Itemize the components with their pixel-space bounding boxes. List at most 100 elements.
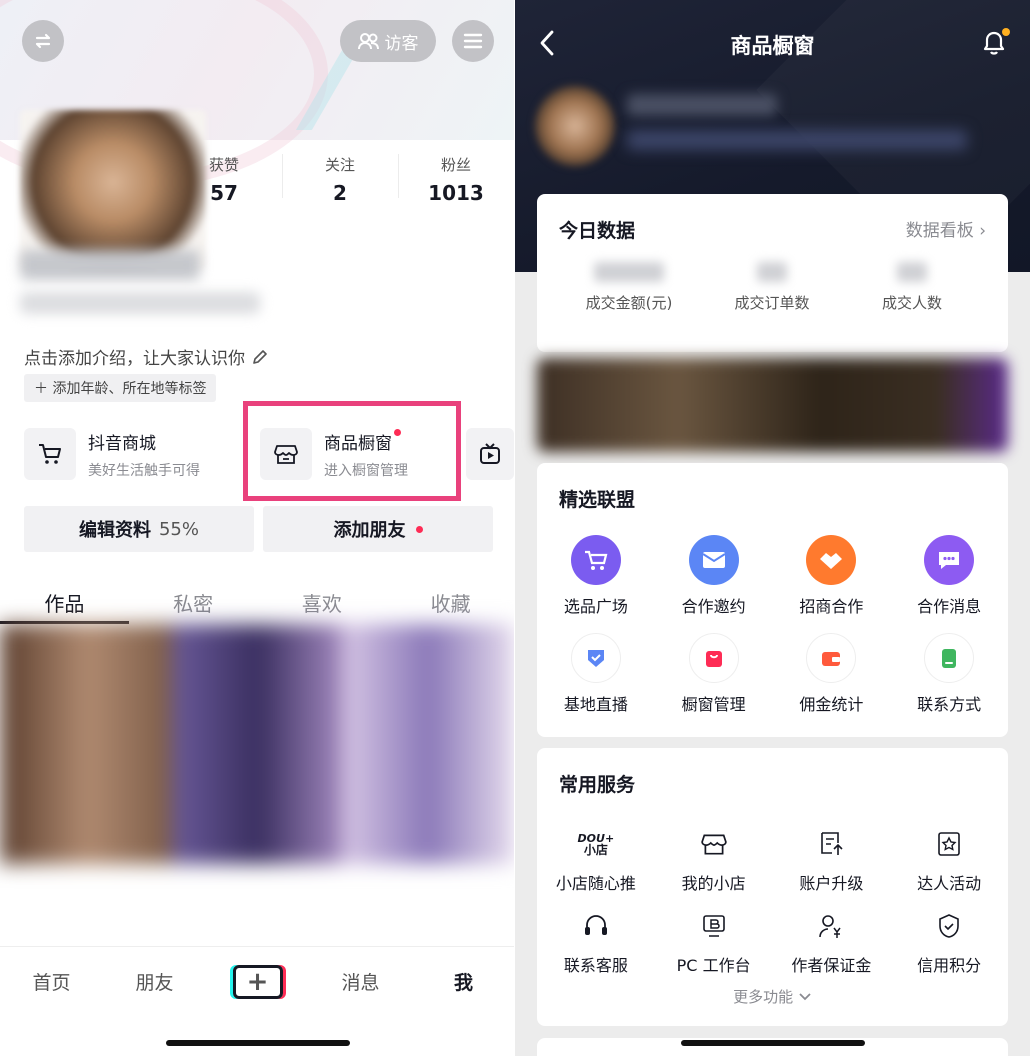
alliance-row-2: 基地直播 橱窗管理 佣金统计 联系方式	[537, 633, 1008, 715]
add-tags-button[interactable]: ＋ 添加年龄、所在地等标签	[24, 374, 217, 402]
stat-label: 成交金额(元)	[585, 294, 673, 312]
stat-followers[interactable]: 粉丝 1013	[398, 150, 514, 210]
switch-account-icon[interactable]	[22, 20, 64, 62]
home-indicator	[166, 1040, 350, 1046]
profile-tabs: 作品 私密 喜欢 收藏	[0, 576, 515, 624]
item-label: 佣金统计	[799, 695, 864, 714]
alliance-item-showcase-manage[interactable]: 橱窗管理	[655, 633, 773, 715]
services-row-1: DOU+ 小店 小店随心推 我的小店 账户升级 达人活动	[537, 826, 1008, 894]
nav-home[interactable]: 首页	[0, 968, 103, 995]
avatar	[535, 86, 615, 166]
tab-favorites[interactable]: 收藏	[386, 576, 515, 624]
tab-works[interactable]: 作品	[0, 576, 129, 624]
service-item-creator-activity[interactable]: 达人活动	[890, 826, 1008, 894]
nav-messages[interactable]: 消息	[309, 968, 412, 995]
edit-profile-button[interactable]: 编辑资料 55%	[24, 506, 254, 552]
data-dashboard-link[interactable]: 数据看板 ›	[906, 216, 986, 241]
service-item-creator-deposit[interactable]: 作者保证金	[773, 908, 891, 976]
plus-icon: +	[232, 964, 283, 999]
stat-buyers[interactable]: 成交人数	[842, 256, 982, 313]
account-info-blurred	[627, 130, 967, 150]
menu-icon[interactable]	[452, 20, 494, 62]
video-thumbnail[interactable]	[342, 624, 515, 864]
item-label: 联系方式	[917, 695, 982, 714]
item-label: 橱窗管理	[681, 695, 746, 714]
stat-value: 2	[333, 181, 347, 205]
stat-orders[interactable]: 成交订单数	[702, 256, 842, 313]
chevron-down-icon	[799, 993, 811, 1001]
profile-stats: 获赞 57 关注 2 粉丝 1013	[166, 150, 514, 210]
page-title: 商品橱窗	[730, 34, 815, 58]
item-label: 达人活动	[917, 874, 982, 893]
alliance-item-commission-stats[interactable]: 佣金统计	[773, 633, 891, 715]
username-blurred	[627, 94, 777, 116]
stat-label: 成交人数	[881, 294, 942, 312]
promo-banner-blurred[interactable]	[537, 358, 1008, 452]
stat-gmv[interactable]: 成交金额(元)	[559, 256, 699, 313]
alliance-card: 精选联盟 选品广场 合作邀约 招商合作 合作消息 基地直播 橱窗管理 佣金统计 …	[537, 463, 1008, 737]
nav-create[interactable]: +	[206, 964, 309, 999]
item-label: 合作邀约	[681, 597, 746, 616]
service-item-pc-workbench[interactable]: PC 工作台	[655, 908, 773, 976]
shopping-cart-icon	[570, 535, 621, 585]
envelope-icon	[688, 535, 739, 585]
more-functions-button[interactable]: 更多功能	[537, 986, 1008, 1007]
services-row-2: 联系客服 PC 工作台 作者保证金 信用积分	[537, 908, 1008, 976]
headset-icon	[571, 908, 621, 944]
nav-friends[interactable]: 朋友	[103, 968, 206, 995]
douyin-mall-entry[interactable]: 抖音商城 美好生活触手可得	[24, 428, 200, 480]
user-yuan-icon	[806, 908, 856, 944]
item-label: 联系客服	[563, 956, 628, 975]
live-tv-icon[interactable]	[466, 428, 514, 480]
user-id-blurred	[20, 292, 260, 314]
notification-dot	[415, 525, 423, 533]
video-thumbnail[interactable]	[0, 624, 175, 864]
tab-likes[interactable]: 喜欢	[258, 576, 387, 624]
alliance-item-base-live[interactable]: 基地直播	[537, 633, 655, 715]
douplus-icon: DOU+ 小店	[571, 826, 621, 862]
bell-icon[interactable]	[982, 28, 1010, 60]
service-subtitle: 美好生活触手可得	[88, 462, 200, 479]
item-label: 合作消息	[917, 597, 982, 616]
item-label: 信用积分	[917, 956, 982, 975]
cart-icon	[24, 428, 76, 480]
alliance-item-cooperation-messages[interactable]: 合作消息	[890, 535, 1008, 617]
video-thumbnail[interactable]	[172, 624, 344, 864]
bio-intro[interactable]: 点击添加介绍，让大家认识你	[24, 344, 269, 369]
handshake-icon	[806, 535, 857, 585]
item-label: 我的小店	[681, 874, 746, 893]
showcase-panel: 商品橱窗 今日数据 数据看板 › 成交金额(元) 成交订单数 成交人数 精选联盟…	[515, 0, 1030, 1056]
common-services-card: 常用服务 DOU+ 小店 小店随心推 我的小店 账户升级 达人活动 联系客服 P…	[537, 748, 1008, 1026]
today-data-card: 今日数据 数据看板 › 成交金额(元) 成交订单数 成交人数	[537, 194, 1008, 352]
douplus-logo-subtext: 小店	[583, 842, 608, 857]
service-item-douplus[interactable]: DOU+ 小店 小店随心推	[537, 826, 655, 894]
add-friend-button[interactable]: 添加朋友	[263, 506, 493, 552]
alliance-item-product-square[interactable]: 选品广场	[537, 535, 655, 617]
item-label: 作者保证金	[791, 956, 872, 975]
service-item-credit-score[interactable]: 信用积分	[890, 908, 1008, 976]
nav-me[interactable]: 我	[412, 968, 515, 995]
alliance-item-merchant-cooperation[interactable]: 招商合作	[773, 535, 891, 617]
alliance-item-contact-info[interactable]: 联系方式	[890, 633, 1008, 715]
stat-following[interactable]: 关注 2	[282, 150, 398, 210]
alliance-row-1: 选品广场 合作邀约 招商合作 合作消息	[537, 535, 1008, 617]
service-item-customer-support[interactable]: 联系客服	[537, 908, 655, 976]
edit-profile-label: 编辑资料	[78, 520, 151, 541]
username-blurred	[20, 250, 200, 280]
stat-value-blurred	[897, 262, 927, 282]
profile-panel: 访客 获赞 57 关注 2 粉丝 1013 点击添加介绍，让大家认识你 ＋ 添加…	[0, 0, 515, 1056]
service-item-my-store[interactable]: 我的小店	[655, 826, 773, 894]
stat-likes[interactable]: 获赞 57	[166, 150, 282, 210]
shield-check-icon	[924, 908, 974, 944]
notification-dot	[1002, 28, 1010, 36]
service-item-account-upgrade[interactable]: 账户升级	[773, 826, 891, 894]
stat-value: 1013	[428, 181, 484, 205]
item-label: 招商合作	[799, 597, 864, 616]
tab-private[interactable]: 私密	[129, 576, 258, 624]
upgrade-icon	[806, 826, 856, 862]
home-indicator	[681, 1040, 865, 1046]
star-badge-icon	[924, 826, 974, 862]
alliance-item-cooperation-invite[interactable]: 合作邀约	[655, 535, 773, 617]
visitor-button[interactable]: 访客	[340, 20, 436, 62]
card-title: 常用服务	[559, 774, 636, 796]
